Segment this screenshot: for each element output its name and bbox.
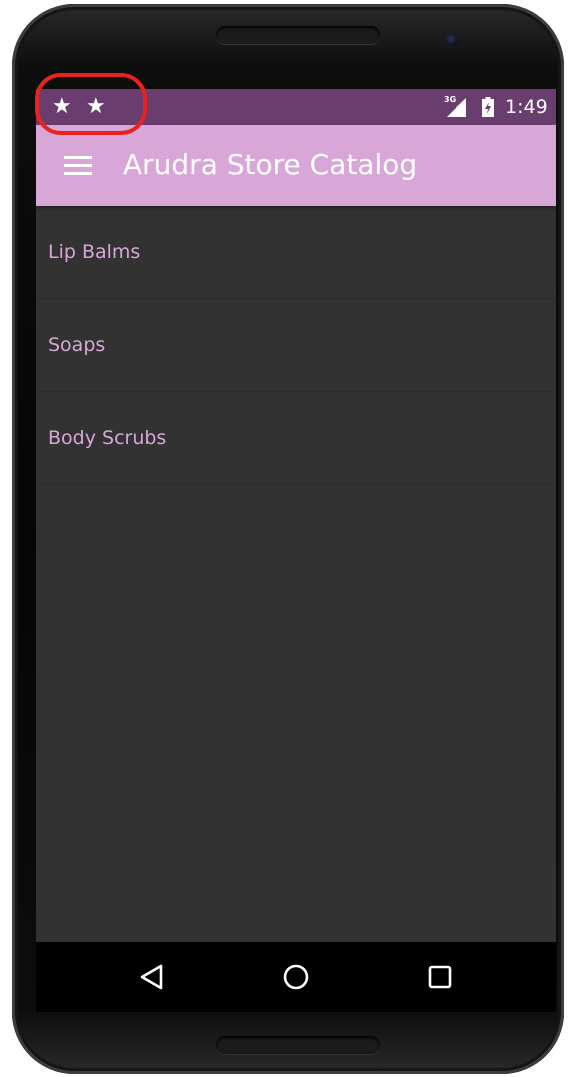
- battery-icon: [482, 97, 494, 117]
- app-bar: Arudra Store Catalog: [36, 125, 556, 206]
- top-speaker: [216, 26, 380, 44]
- list-item-body-scrubs[interactable]: Body Scrubs: [36, 392, 556, 485]
- list-item-lip-balms[interactable]: Lip Balms: [36, 206, 556, 299]
- navigation-bar: [36, 942, 556, 1012]
- list-item-label: Lip Balms: [48, 241, 141, 263]
- screen: ★ ★ 3G 1:49 Arudra Store Catalog Lip Bal…: [36, 89, 556, 942]
- back-icon[interactable]: [137, 962, 167, 992]
- status-clock: 1:49: [505, 96, 548, 118]
- app-title: Arudra Store Catalog: [123, 148, 418, 181]
- highlight-annotation: [35, 73, 147, 135]
- category-list: Lip Balms Soaps Body Scrubs: [36, 206, 556, 485]
- front-camera: [446, 34, 458, 46]
- bottom-speaker: [216, 1036, 380, 1054]
- hamburger-menu-icon[interactable]: [56, 154, 96, 178]
- network-type-label: 3G: [444, 95, 457, 104]
- list-item-label: Soaps: [48, 334, 106, 356]
- list-item-label: Body Scrubs: [48, 427, 167, 449]
- home-icon[interactable]: [281, 962, 311, 992]
- recent-apps-icon[interactable]: [425, 962, 455, 992]
- list-item-soaps[interactable]: Soaps: [36, 299, 556, 392]
